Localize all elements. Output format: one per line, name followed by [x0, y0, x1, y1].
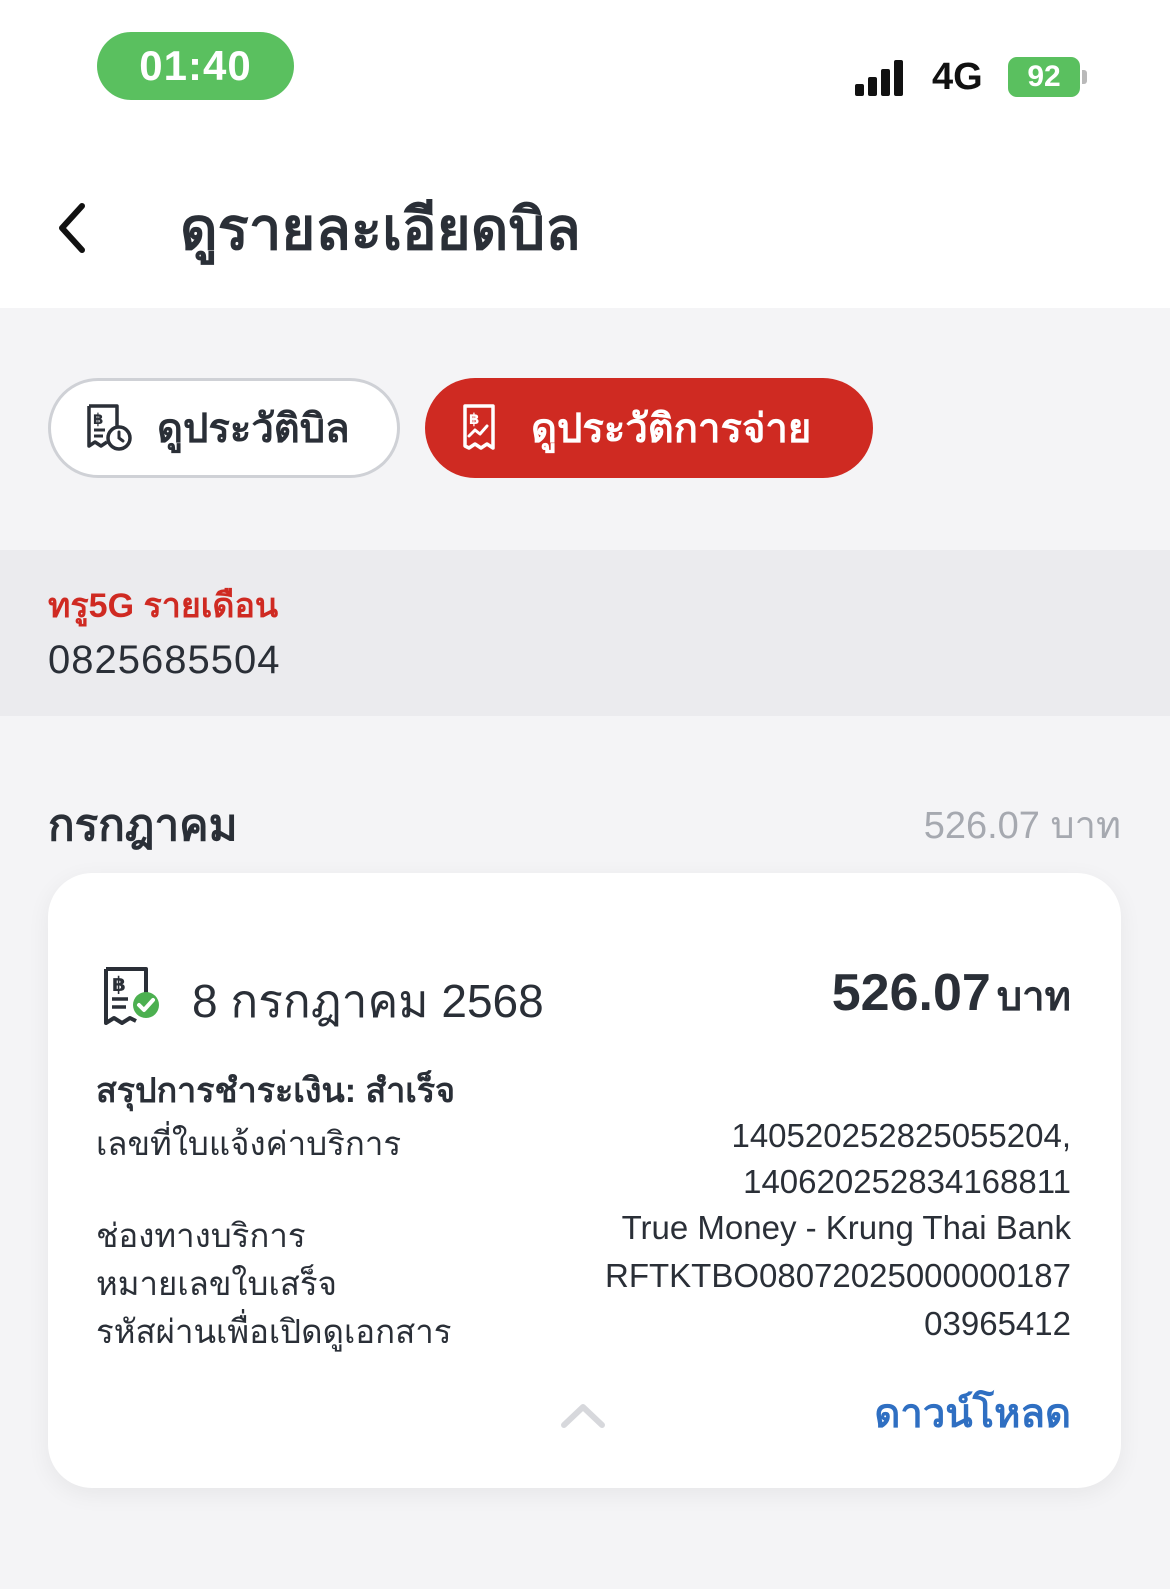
payment-amount-value: 526.07: [831, 964, 991, 1022]
battery-icon: 92: [1008, 57, 1087, 97]
detail-value: 140520252825055204, 140620252834168811: [731, 1117, 1071, 1200]
detail-value: True Money - Krung Thai Bank: [621, 1209, 1071, 1246]
detail-value: RFTKTBO080720250000001​87: [605, 1257, 1071, 1294]
bill-clock-icon: ฿: [87, 404, 132, 451]
detail-label: รหัสผ่านเพื่อเปิดดูเอกสาร: [96, 1313, 452, 1350]
payment-amount-unit: บาท: [996, 975, 1071, 1019]
account-plan: ทรู5G รายเดือน: [48, 587, 279, 625]
receipt-check-icon: ฿: [104, 967, 159, 1025]
payment-card: ฿ 8 กรกฎาคม 2568 526.07 บาท สรุปการชำระเง…: [48, 873, 1121, 1488]
payment-amount: 526.07 บาท: [832, 963, 1071, 1028]
page-title: ดูรายละเอียดบิล: [180, 197, 581, 262]
status-bar: 01:40 4G 92: [0, 0, 1170, 140]
detail-label: หมายเลขใบเสร็จ: [96, 1265, 337, 1302]
svg-text:฿: ฿: [469, 410, 479, 428]
detail-label: เลขที่ใบแจ้งค่าบริการ: [96, 1125, 402, 1162]
page-header: ดูรายละเอียดบิล: [0, 140, 1170, 308]
network-type: 4G: [932, 56, 983, 98]
back-button[interactable]: [46, 198, 98, 258]
detail-label: ช่องทางบริการ: [96, 1217, 306, 1254]
battery-tip: [1082, 70, 1087, 84]
month-header: กรกฎาคม 526.07 บาท: [48, 790, 1121, 850]
account-number: 0825685504: [48, 638, 281, 682]
tab-payment-history-label: ดูประวัติการจ่าย: [531, 407, 812, 451]
history-tabs: ฿ ดูประวัติบิล ฿ ดูประวัติการจ่าย: [0, 308, 1170, 550]
cellular-signal-icon: [855, 60, 903, 96]
account-info: ทรู5G รายเดือน 0825685504: [0, 550, 1170, 716]
month-total: 526.07 บาท: [923, 805, 1121, 847]
receipt-chart-icon: ฿: [463, 404, 495, 450]
svg-text:฿: ฿: [112, 972, 126, 996]
tab-bill-history-label: ดูประวัติบิล: [157, 407, 350, 451]
download-link[interactable]: ดาวน์โหลด: [874, 1381, 1071, 1445]
tab-bill-history[interactable]: ฿ ดูประวัติบิล: [48, 378, 400, 478]
tab-payment-history[interactable]: ฿ ดูประวัติการจ่าย: [425, 378, 873, 478]
battery-level: 92: [1008, 57, 1080, 97]
payment-summary: สรุปการชำระเงิน: สำเร็จ: [96, 1072, 456, 1110]
chevron-left-icon: [59, 203, 85, 253]
detail-value: 03965412: [924, 1305, 1071, 1342]
svg-text:฿: ฿: [93, 410, 103, 428]
payment-date: 8 กรกฎาคม 2568: [192, 975, 544, 1027]
month-name: กรกฎาคม: [48, 801, 238, 850]
chevron-up-icon[interactable]: [558, 1395, 608, 1435]
status-time: 01:40: [97, 32, 294, 100]
